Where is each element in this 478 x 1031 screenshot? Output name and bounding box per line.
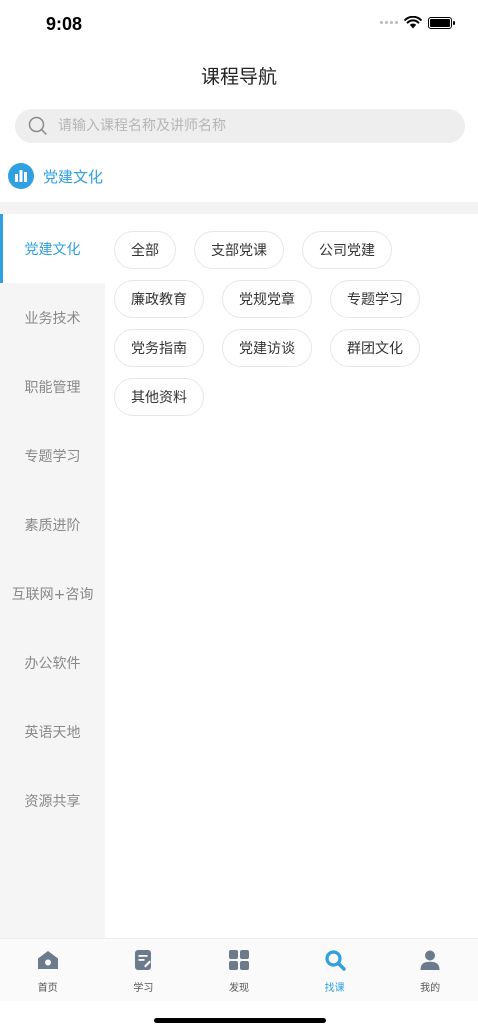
grid-icon <box>227 948 251 972</box>
battery-icon <box>428 16 455 29</box>
section-title: 党建文化 <box>43 167 104 186</box>
sidebar-item-label: 资源共享 <box>24 793 81 810</box>
tab-label: 找课 <box>324 983 345 994</box>
sidebar-item-party-culture[interactable]: 党建文化 <box>0 214 105 283</box>
section-header: 党建文化 <box>8 163 103 189</box>
tag-party-rules[interactable]: 党规党章 <box>222 280 312 318</box>
sidebar-item-label: 职能管理 <box>24 379 81 396</box>
sidebar-item-quality-advance[interactable]: 素质进阶 <box>0 490 105 559</box>
sidebar-item-label: 业务技术 <box>24 310 81 327</box>
sidebar-item-label: 专题学习 <box>24 448 81 465</box>
search-icon <box>28 116 48 136</box>
tag-integrity-education[interactable]: 廉政教育 <box>114 280 204 318</box>
sidebar-item-business-tech[interactable]: 业务技术 <box>0 283 105 352</box>
search-bar[interactable] <box>15 109 465 143</box>
tab-study[interactable]: 学习 <box>96 939 192 1001</box>
tab-mine[interactable]: 我的 <box>382 939 478 1001</box>
sidebar-item-function-management[interactable]: 职能管理 <box>0 352 105 421</box>
tab-label: 我的 <box>420 983 441 994</box>
sidebar-item-internet-consult[interactable]: 互联网+咨询 <box>0 559 105 628</box>
sidebar-item-resource-share[interactable]: 资源共享 <box>0 766 105 835</box>
bottom-tab-bar: 首页 学习 发现 找课 我的 <box>0 938 478 1001</box>
search-input[interactable] <box>56 117 440 135</box>
home-indicator <box>154 1018 326 1023</box>
notepad-icon <box>131 948 155 972</box>
sidebar-item-office-software[interactable]: 办公软件 <box>0 628 105 697</box>
sidebar-item-label: 党建文化 <box>24 241 81 258</box>
tab-label: 学习 <box>133 983 154 994</box>
divider <box>0 202 478 214</box>
tab-discover[interactable]: 发现 <box>191 939 287 1001</box>
sidebar-item-label: 素质进阶 <box>24 517 81 534</box>
wifi-icon <box>404 16 422 29</box>
tag-all[interactable]: 全部 <box>114 231 176 269</box>
tab-find-course[interactable]: 找课 <box>287 939 383 1001</box>
tab-home[interactable]: 首页 <box>0 939 96 1001</box>
search-icon <box>323 948 347 972</box>
signal-icon <box>380 21 398 24</box>
tag-other-materials[interactable]: 其他资料 <box>114 378 204 416</box>
page-title: 课程导航 <box>200 66 277 88</box>
sidebar-item-label: 互联网+咨询 <box>11 586 94 603</box>
user-icon <box>418 948 442 972</box>
home-icon <box>36 948 60 972</box>
tab-label: 首页 <box>37 983 58 994</box>
subcategory-tags: 全部 支部党课 公司党建 廉政教育 党规党章 专题学习 党务指南 党建访谈 群团… <box>114 231 464 416</box>
sidebar-item-english[interactable]: 英语天地 <box>0 697 105 766</box>
tag-special-study[interactable]: 专题学习 <box>330 280 420 318</box>
sidebar-item-label: 英语天地 <box>24 724 81 741</box>
tag-party-guide[interactable]: 党务指南 <box>114 329 204 367</box>
tag-party-interview[interactable]: 党建访谈 <box>222 329 312 367</box>
tag-group-culture[interactable]: 群团文化 <box>330 329 420 367</box>
sidebar-item-special-study[interactable]: 专题学习 <box>0 421 105 490</box>
tab-label: 发现 <box>228 983 249 994</box>
sidebar-item-label: 办公软件 <box>24 655 81 672</box>
category-sidebar: 党建文化 业务技术 职能管理 专题学习 素质进阶 互联网+咨询 办公软件 英语天… <box>0 214 105 938</box>
tag-company-party[interactable]: 公司党建 <box>302 231 392 269</box>
building-icon <box>8 163 34 189</box>
status-time: 9:08 <box>46 14 83 34</box>
status-icons <box>380 16 455 29</box>
status-bar: 9:08 <box>0 0 478 50</box>
tag-branch-lecture[interactable]: 支部党课 <box>194 231 284 269</box>
